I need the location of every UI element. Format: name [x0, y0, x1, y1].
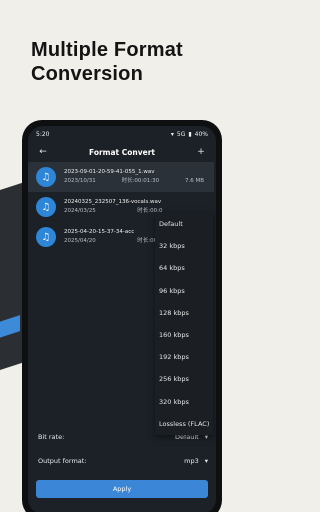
dropdown-option-256[interactable]: 256 kbps: [155, 368, 213, 390]
promo-title-line2: Conversion: [31, 63, 144, 85]
app-screen: 5:20 ▾ 5G ▮ 40% ← Format Convert + ♫ 202…: [28, 126, 216, 512]
format-label: Output format:: [38, 457, 87, 465]
page-title: Format Convert: [89, 147, 155, 157]
file-date: 2025/04/20: [64, 238, 96, 244]
dropdown-option-320[interactable]: 320 kbps: [155, 391, 213, 413]
file-date: 2024/03/25: [64, 208, 96, 214]
status-bar: 5:20 ▾ 5G ▮ 40%: [28, 126, 216, 142]
dropdown-option-32[interactable]: 32 kbps: [155, 235, 213, 257]
dropdown-option-160[interactable]: 160 kbps: [155, 324, 213, 346]
arrow-left-icon[interactable]: ←: [37, 147, 49, 157]
format-row: Output format: mp3 ▾: [38, 454, 208, 468]
dropdown-option-192[interactable]: 192 kbps: [155, 346, 213, 368]
plus-icon[interactable]: +: [195, 147, 207, 157]
music-note-icon: ♫: [36, 167, 56, 187]
file-size: 7.6 MB: [184, 178, 204, 184]
battery-level: 40%: [194, 130, 208, 138]
dropdown-option-128[interactable]: 128 kbps: [155, 302, 213, 324]
phone-frame: 5:20 ▾ 5G ▮ 40% ← Format Convert + ♫ 202…: [22, 120, 222, 512]
bitrate-label: Bit rate:: [38, 433, 65, 441]
dropdown-option-default[interactable]: Default: [155, 213, 213, 235]
app-bar: ← Format Convert +: [28, 142, 216, 162]
dropdown-option-64[interactable]: 64 kbps: [155, 257, 213, 279]
dropdown-option-96[interactable]: 96 kbps: [155, 280, 213, 302]
apply-button[interactable]: Apply: [36, 480, 208, 498]
battery-icon: ▮: [188, 130, 192, 138]
file-name: 20240325_232507_136-vocals.wav: [64, 199, 162, 205]
file-date: 2023/10/31: [64, 178, 96, 184]
format-select[interactable]: mp3 ▾: [184, 457, 208, 465]
wifi-icon: ▾: [170, 130, 174, 138]
status-icons: ▾ 5G ▮ 40%: [171, 131, 208, 138]
bitrate-dropdown: Default 32 kbps 64 kbps 96 kbps 128 kbps…: [155, 213, 213, 435]
format-value: mp3: [184, 457, 199, 465]
file-name: 2023-09-01-20-59-41-055_1.wav: [64, 169, 155, 175]
dropdown-option-lossless[interactable]: Lossless (FLAC): [155, 413, 213, 435]
file-row[interactable]: ♫ 2023-09-01-20-59-41-055_1.wav 2023/10/…: [28, 162, 214, 192]
signal-label: 5G: [176, 130, 186, 138]
music-note-icon: ♫: [36, 227, 56, 247]
caret-down-icon: ▾: [204, 457, 208, 465]
promo-title-line1: Multiple Format: [31, 39, 183, 61]
music-note-icon: ♫: [36, 197, 56, 217]
promo-title: Multiple Format Conversion: [31, 38, 183, 86]
status-time: 5:20: [36, 130, 50, 138]
file-duration: 时长:00:01:30: [121, 178, 160, 184]
